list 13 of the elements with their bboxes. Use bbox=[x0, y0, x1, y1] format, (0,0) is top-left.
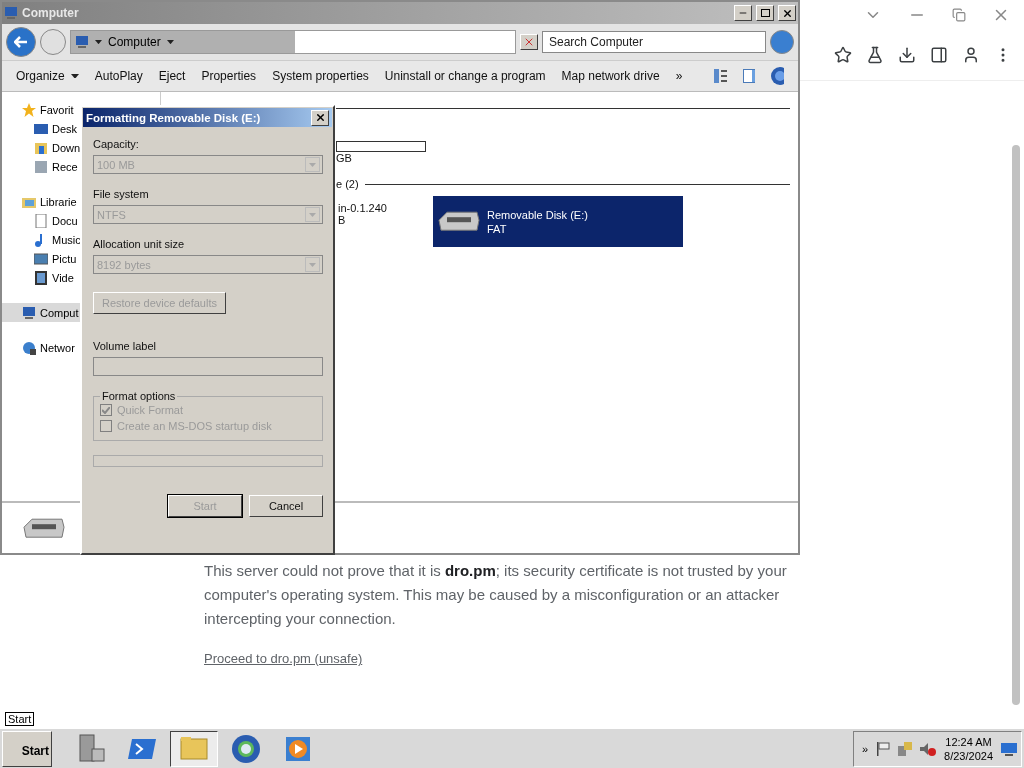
field-label: Allocation unit size bbox=[93, 238, 186, 250]
field-label: File system bbox=[93, 188, 150, 200]
group-header: e (2) bbox=[336, 178, 359, 190]
drive-size: GB bbox=[336, 152, 353, 164]
error-message: This server could not prove that it is dro.pm; its security certificate is not trusted by your computer's operating system. This may be caused by a misconfiguration or an attacker intercepting your connection. bbox=[204, 561, 788, 629]
checkbox-label: Create an MS-DOS startup disk bbox=[100, 420, 314, 432]
field-label: Volume label bbox=[93, 340, 157, 352]
field-label: Capacity: bbox=[93, 138, 140, 150]
dialog-title: Formatting Removable Disk (E:) bbox=[86, 111, 261, 124]
tooltip: Start bbox=[5, 712, 35, 726]
checkbox-label: Quick Format bbox=[100, 404, 314, 416]
window-title: Computer bbox=[22, 6, 80, 20]
group-title: Format options bbox=[101, 390, 177, 402]
